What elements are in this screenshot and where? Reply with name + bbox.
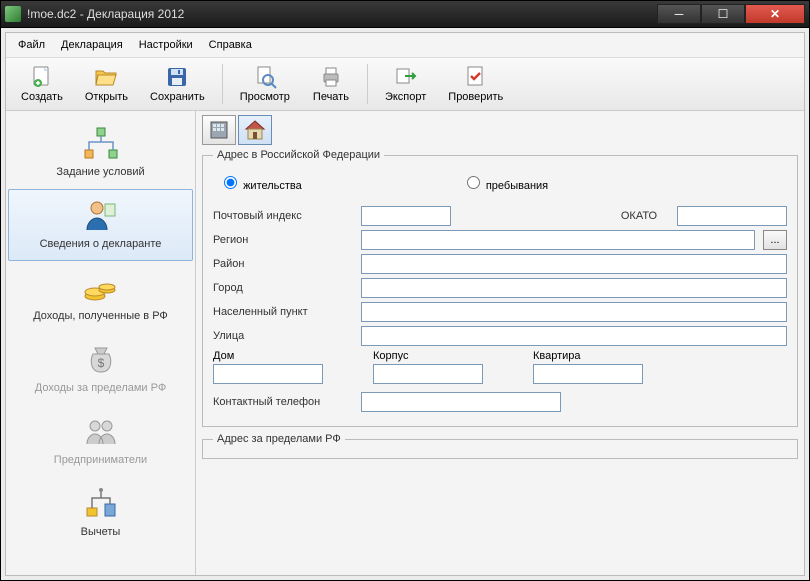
sidebar-label: Предприниматели [54, 454, 147, 466]
house-input[interactable] [213, 364, 323, 384]
open-label: Открыть [85, 91, 128, 103]
group-rf-legend: Адрес в Российской Федерации [213, 149, 384, 161]
settlement-label: Населенный пункт [213, 306, 353, 318]
street-input[interactable] [361, 326, 787, 346]
preview-button[interactable]: Просмотр [229, 60, 301, 108]
sidebar-item-income-rf[interactable]: Доходы, полученные в РФ [8, 261, 193, 333]
postal-index-label: Почтовый индекс [213, 210, 353, 222]
radio-stay-label: пребывания [486, 180, 548, 192]
maximize-button[interactable] [701, 4, 745, 24]
sidebar-label: Доходы, полученные в РФ [33, 310, 168, 322]
group-address-rf: Адрес в Российской Федерации жительства … [202, 149, 798, 427]
okato-label: ОКАТО [609, 210, 669, 222]
create-button[interactable]: Создать [10, 60, 74, 108]
sidebar-item-entrepreneurs[interactable]: Предприниматели [8, 405, 193, 477]
house-icon [244, 119, 266, 141]
apartment-label: Квартира [533, 350, 643, 362]
sidebar-item-income-abroad[interactable]: $ Доходы за пределами РФ [8, 333, 193, 405]
sidebar-label: Вычеты [81, 526, 121, 538]
export-button[interactable]: Экспорт [374, 60, 437, 108]
toolbar-separator [367, 64, 368, 104]
svg-text:$: $ [97, 356, 104, 370]
folder-open-icon [94, 65, 118, 89]
save-label: Сохранить [150, 91, 205, 103]
preview-icon [253, 65, 277, 89]
person-icon [83, 198, 119, 234]
menubar: Файл Декларация Настройки Справка [6, 33, 804, 58]
titlebar: !moe.dc2 - Декларация 2012 [0, 0, 810, 28]
region-label: Регион [213, 234, 353, 246]
settlement-input[interactable] [361, 302, 787, 322]
radio-residence-label: жительства [243, 180, 302, 192]
apartment-input[interactable] [533, 364, 643, 384]
people-icon [83, 414, 119, 450]
sidebar-label: Задание условий [56, 166, 144, 178]
export-label: Экспорт [385, 91, 426, 103]
sidebar-label: Сведения о декларанте [40, 238, 162, 250]
phone-label: Контактный телефон [213, 396, 353, 408]
check-label: Проверить [448, 91, 503, 103]
view-house-button[interactable] [238, 115, 272, 145]
create-label: Создать [21, 91, 63, 103]
district-label: Район [213, 258, 353, 270]
city-label: Город [213, 282, 353, 294]
toolbar-separator [222, 64, 223, 104]
toolbar: Создать Открыть Сохранить Просмотр Печат… [6, 58, 804, 111]
money-bag-icon: $ [83, 342, 119, 378]
window-buttons [657, 4, 805, 24]
phone-input[interactable] [361, 392, 561, 412]
print-icon [319, 65, 343, 89]
city-input[interactable] [361, 278, 787, 298]
coins-icon [83, 270, 119, 306]
save-button[interactable]: Сохранить [139, 60, 216, 108]
main-panel: Адрес в Российской Федерации жительства … [196, 111, 804, 575]
building-input[interactable] [373, 364, 483, 384]
export-icon [394, 65, 418, 89]
save-icon [165, 65, 189, 89]
sidebar-item-deductions[interactable]: Вычеты [8, 477, 193, 549]
window-title: !moe.dc2 - Декларация 2012 [27, 7, 657, 21]
radio-stay-input[interactable] [467, 176, 480, 189]
region-input[interactable] [361, 230, 755, 250]
postal-index-input[interactable] [361, 206, 451, 226]
open-button[interactable]: Открыть [74, 60, 139, 108]
radio-residence-input[interactable] [224, 176, 237, 189]
region-browse-button[interactable]: ... [763, 230, 787, 250]
district-input[interactable] [361, 254, 787, 274]
sidebar-item-conditions[interactable]: Задание условий [8, 117, 193, 189]
print-label: Печать [313, 91, 349, 103]
radio-residence[interactable]: жительства [219, 173, 302, 192]
preview-label: Просмотр [240, 91, 290, 103]
menu-settings[interactable]: Настройки [133, 37, 199, 53]
print-button[interactable]: Печать [301, 60, 361, 108]
building-icon [208, 119, 230, 141]
sidebar-label: Доходы за пределами РФ [35, 382, 166, 394]
close-button[interactable] [745, 4, 805, 24]
radio-stay[interactable]: пребывания [462, 173, 548, 192]
radio-row: жительства пребывания [213, 169, 787, 202]
menu-help[interactable]: Справка [203, 37, 258, 53]
sidebar-item-declarant[interactable]: Сведения о декларанте [8, 189, 193, 261]
new-file-icon [30, 65, 54, 89]
scales-icon [83, 486, 119, 522]
building-label: Корпус [373, 350, 483, 362]
street-label: Улица [213, 330, 353, 342]
sidebar: Задание условий Сведения о декларанте До… [6, 111, 196, 575]
okato-input[interactable] [677, 206, 787, 226]
group-abroad-legend: Адрес за пределами РФ [213, 433, 345, 445]
mini-toolbar [202, 115, 798, 145]
app-icon [5, 6, 21, 22]
conditions-icon [83, 126, 119, 162]
house-label: Дом [213, 350, 323, 362]
menu-file[interactable]: Файл [12, 37, 51, 53]
check-icon [464, 65, 488, 89]
group-address-abroad: Адрес за пределами РФ [202, 433, 798, 459]
check-button[interactable]: Проверить [437, 60, 514, 108]
menu-declaration[interactable]: Декларация [55, 37, 129, 53]
minimize-button[interactable] [657, 4, 701, 24]
view-building-button[interactable] [202, 115, 236, 145]
